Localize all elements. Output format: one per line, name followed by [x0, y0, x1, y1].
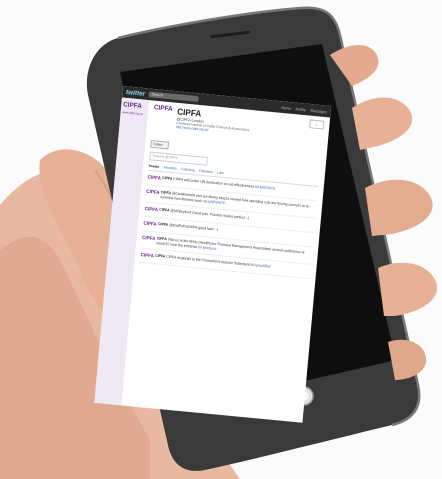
tweet-avatar[interactable]: CIPFA [144, 206, 158, 213]
tweet-author[interactable]: CIPFA [162, 176, 172, 181]
tweet-author[interactable]: CIPFA [159, 208, 169, 213]
tweet-text: @UKBeyfund Great cuts. Practice makes pe… [170, 208, 250, 221]
tab-following[interactable]: Following [181, 167, 195, 172]
sidebar-logo: CIPFA [122, 101, 143, 111]
tweet-avatar[interactable]: CIPFA [147, 175, 161, 182]
nav-messages[interactable]: Messages [310, 107, 327, 113]
tweet-text: @EndPeFinCIPFA good luck! :-) [168, 223, 219, 232]
tweet-link[interactable]: ow.ly/9ROwTP [203, 199, 226, 205]
tweet-author[interactable]: CIPFA [158, 222, 168, 227]
top-nav: Home Profile Messages [281, 105, 327, 114]
tweet-text: CIPFA welcomes UN declaration on aid eff… [173, 177, 255, 189]
profile-main: CIPFA CIPFA @CIPFA London Chartered Inst… [121, 100, 330, 423]
tweet-list: CIPFA CIPFA CIPFA welcomes UN declaratio… [139, 170, 319, 280]
user-menu-button[interactable]: ↓ [309, 119, 325, 130]
tab-tweets[interactable]: Tweets [148, 164, 159, 169]
tweet-avatar[interactable]: CIPFA [140, 253, 154, 260]
tweet-avatar[interactable]: CIPFA [143, 221, 157, 228]
twitter-logo[interactable]: twitter [126, 89, 146, 98]
nav-profile[interactable]: Profile [295, 106, 306, 112]
tweet-link[interactable]: bit.ly/sXjuUr [198, 245, 217, 251]
follow-button[interactable]: Follow [150, 140, 170, 150]
nav-home[interactable]: Home [281, 105, 291, 111]
tab-followers[interactable]: Followers [199, 169, 213, 174]
tab-lists[interactable]: Lists [217, 171, 224, 175]
tweet-link[interactable]: bit.ly/uvX8b9 [250, 263, 270, 269]
phone-screen: twitter Search Home Profile Messages CIP… [94, 86, 332, 423]
tweet-link[interactable]: bit.ly/rB7bPG [255, 185, 276, 191]
sidebar-url[interactable]: www.cipfa.org.uk [122, 110, 146, 116]
tweet-avatar[interactable]: CIPFA [142, 235, 156, 245]
photo-scene: twitter Search Home Profile Messages CIP… [0, 0, 442, 479]
tweet-avatar[interactable]: CIPFA [146, 189, 160, 199]
tab-favorites[interactable]: Favorites [163, 165, 176, 170]
avatar[interactable]: CIPFA [153, 104, 173, 121]
tweet-author[interactable]: CIPFA [155, 254, 165, 259]
tweet-to-input[interactable]: Tweet to @CIPFA [149, 151, 208, 166]
